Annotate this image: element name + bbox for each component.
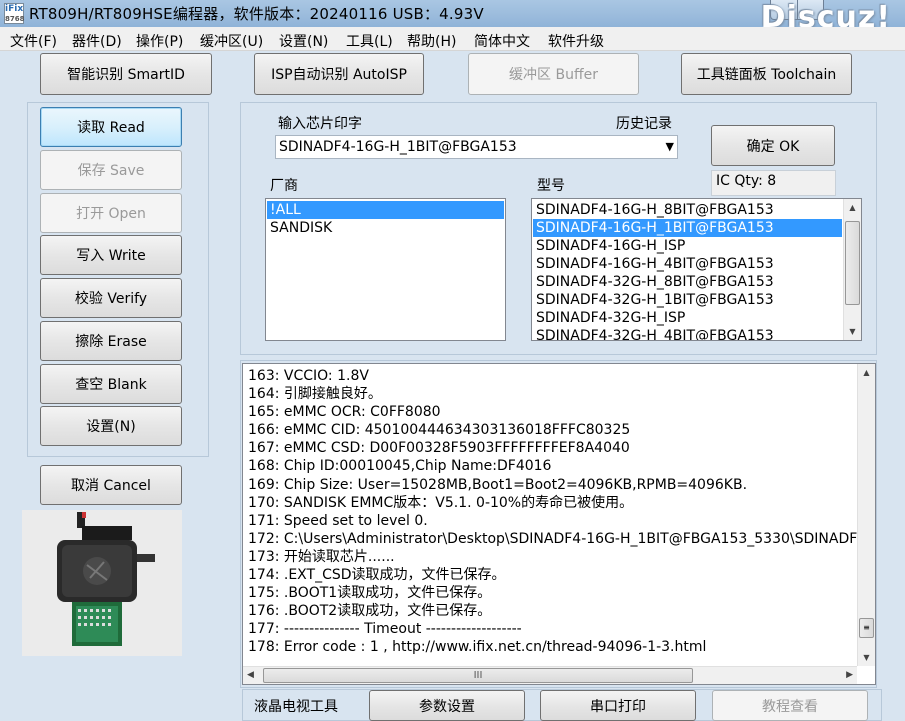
- log-line: 173: 开始读取芯片......: [248, 548, 395, 565]
- log-line: 165: eMMC OCR: C0FF8080: [248, 404, 441, 421]
- lcd-tool-label[interactable]: 液晶电视工具: [254, 696, 338, 716]
- chip-name-combo[interactable]: SDINADF4-16G-H_1BIT@FBGA153 ▼: [275, 135, 678, 159]
- scroll-down-icon[interactable]: ▼: [844, 323, 861, 340]
- programmer-device-image: [22, 510, 182, 656]
- log-line: 176: .BOOT2读取成功，文件已保存。: [248, 603, 492, 620]
- model-item[interactable]: SDINADF4-32G-H_8BIT@FBGA153: [533, 273, 842, 291]
- open-button[interactable]: 打开 Open: [40, 193, 182, 233]
- menu-upgrade[interactable]: 软件升级: [548, 31, 604, 51]
- log-line: 164: 引脚接触良好。: [248, 386, 382, 403]
- model-item[interactable]: SDINADF4-16G-H_ISP: [533, 237, 842, 255]
- chip-input-label: 输入芯片印字: [278, 116, 362, 132]
- vendor-item[interactable]: !ALL: [267, 201, 504, 219]
- history-label: 历史记录: [616, 116, 672, 132]
- write-button[interactable]: 写入 Write: [40, 235, 182, 275]
- log-line: 167: eMMC CSD: D00F00328F5903FFFFFFFFEF8…: [248, 440, 630, 457]
- read-button[interactable]: 读取 Read: [40, 107, 182, 147]
- tutorial-button[interactable]: 教程查看: [712, 690, 868, 721]
- scroll-right-icon[interactable]: ▶: [846, 670, 853, 680]
- scroll-left-icon[interactable]: ◀: [247, 670, 254, 680]
- scroll-down-icon[interactable]: ▼: [858, 649, 875, 666]
- menu-bar: 文件(F) 器件(D) 操作(P) 缓冲区(U) 设置(N) 工具(L) 帮助(…: [0, 27, 905, 51]
- model-item[interactable]: SDINADF4-16G-H_4BIT@FBGA153: [533, 255, 842, 273]
- log-line: 171: Speed set to level 0.: [248, 512, 428, 529]
- log-line: 163: VCCIO: 1.8V: [248, 368, 369, 384]
- chip-name-value: SDINADF4-16G-H_1BIT@FBGA153: [279, 139, 517, 155]
- menu-operation[interactable]: 操作(P): [136, 31, 183, 51]
- scroll-thumb[interactable]: [845, 221, 860, 305]
- log-line: 169: Chip Size: User=15028MB,Boot1=Boot2…: [248, 476, 748, 493]
- menu-buffer[interactable]: 缓冲区(U): [200, 31, 263, 51]
- menu-language[interactable]: 简体中文: [474, 31, 530, 51]
- vendor-item[interactable]: SANDISK: [267, 219, 504, 237]
- save-button[interactable]: 保存 Save: [40, 150, 182, 190]
- menu-device[interactable]: 器件(D): [72, 31, 122, 51]
- scroll-up-icon[interactable]: ▲: [844, 199, 861, 216]
- model-list[interactable]: SDINADF4-16G-H_8BIT@FBGA153 SDINADF4-16G…: [531, 198, 862, 341]
- scroll-up-icon[interactable]: ▲: [858, 364, 875, 381]
- ok-button[interactable]: 确定 OK: [711, 125, 835, 166]
- menu-settings[interactable]: 设置(N): [279, 31, 328, 51]
- log-output[interactable]: 163: VCCIO: 1.8V 164: 引脚接触良好。 165: eMMC …: [242, 363, 876, 685]
- verify-button[interactable]: 校验 Verify: [40, 278, 182, 318]
- model-item[interactable]: SDINADF4-16G-H_1BIT@FBGA153: [533, 219, 842, 237]
- model-item[interactable]: SDINADF4-32G-H_1BIT@FBGA153: [533, 291, 842, 309]
- params-button[interactable]: 参数设置: [369, 690, 525, 721]
- erase-button[interactable]: 擦除 Erase: [40, 321, 182, 361]
- vendor-list[interactable]: !ALL SANDISK: [265, 198, 506, 341]
- log-line: 175: .BOOT1读取成功，文件已保存。: [248, 585, 492, 602]
- title-bar: iFix 8768 RT809H/RT809HSE编程器，软件版本：2024011…: [0, 0, 905, 35]
- model-item[interactable]: SDINADF4-32G-H_4BIT@FBGA153: [533, 327, 842, 340]
- scroll-thumb[interactable]: ≡: [859, 618, 874, 638]
- menu-tools[interactable]: 工具(L): [346, 31, 393, 51]
- model-list-scrollbar[interactable]: ▲ ▼: [843, 199, 861, 340]
- log-vertical-scrollbar[interactable]: ▲ ≡ ▼: [857, 364, 875, 666]
- model-label: 型号: [537, 178, 565, 194]
- model-item[interactable]: SDINADF4-32G-H_ISP: [533, 309, 842, 327]
- log-horizontal-scrollbar[interactable]: ◀ III ▶: [243, 666, 857, 684]
- log-line: 177: --------------- Timeout -----------…: [248, 621, 522, 638]
- menu-file[interactable]: 文件(F): [10, 31, 57, 51]
- log-line: 172: C:\Users\Administrator\Desktop\SDIN…: [248, 530, 857, 547]
- buffer-button[interactable]: 缓冲区 Buffer: [468, 53, 639, 95]
- chevron-down-icon[interactable]: ▼: [666, 140, 674, 153]
- menu-help[interactable]: 帮助(H): [407, 31, 456, 51]
- scroll-thumb[interactable]: III: [263, 668, 693, 683]
- autoisp-button[interactable]: ISP自动识别 AutoISP: [254, 53, 424, 95]
- settings-button[interactable]: 设置(N): [40, 406, 182, 446]
- log-line: 168: Chip ID:00010045,Chip Name:DF4016: [248, 458, 552, 475]
- window-title: RT809H/RT809HSE编程器，软件版本：20240116 USB：4.9…: [29, 5, 484, 23]
- app-icon: iFix 8768: [4, 3, 25, 24]
- serial-print-button[interactable]: 串口打印: [540, 690, 696, 721]
- vendor-label: 厂商: [270, 178, 298, 194]
- blank-check-button[interactable]: 查空 Blank: [40, 364, 182, 404]
- cancel-button[interactable]: 取消 Cancel: [40, 465, 182, 505]
- log-line: 174: .EXT_CSD读取成功，文件已保存。: [248, 567, 506, 584]
- log-line: 170: SANDISK EMMC版本：V5.1. 0-10%的寿命已被使用。: [248, 494, 634, 511]
- toolchain-button[interactable]: 工具链面板 Toolchain: [681, 53, 852, 95]
- model-item[interactable]: SDINADF4-16G-H_8BIT@FBGA153: [533, 201, 842, 219]
- ic-qty-display: IC Qty: 8: [711, 170, 836, 196]
- smartid-button[interactable]: 智能识别 SmartID: [40, 53, 212, 95]
- log-line: 166: eMMC CID: 450100444634303136018FFFC…: [248, 422, 631, 439]
- log-line: 178: Error code : 1 , http://www.ifix.ne…: [248, 639, 707, 656]
